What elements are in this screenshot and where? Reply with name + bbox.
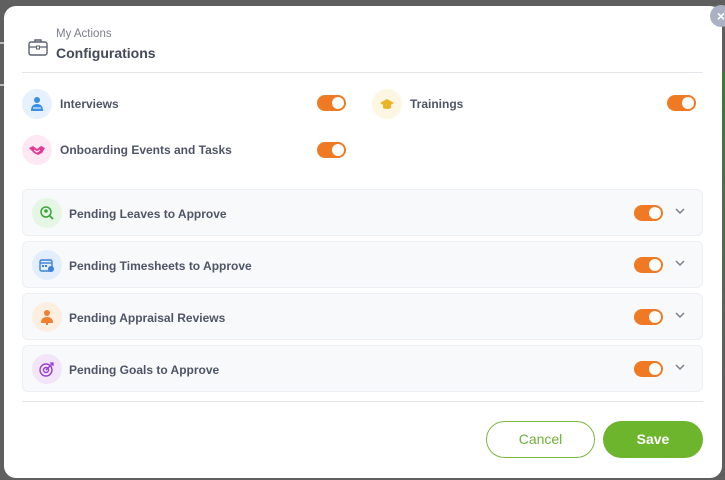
card-label: Pending Timesheets to Approve <box>69 259 252 273</box>
save-button[interactable]: Save <box>603 421 703 458</box>
onboarding-toggle[interactable] <box>317 142 346 158</box>
card-label: Pending Goals to Approve <box>69 363 220 377</box>
close-button[interactable]: × <box>710 5 725 27</box>
target-icon <box>32 354 62 384</box>
card-label: Pending Appraisal Reviews <box>69 311 226 325</box>
chevron-down-icon[interactable] <box>673 360 687 374</box>
card-label: Pending Leaves to Approve <box>69 207 227 221</box>
configurations-modal: × My Actions Configurations Interviews T… <box>4 5 725 478</box>
toggle-knob <box>682 97 694 109</box>
toggle-knob <box>649 207 661 219</box>
interviews-toggle[interactable] <box>317 95 346 111</box>
pending-appraisal-toggle[interactable] <box>634 309 663 325</box>
appraisal-person-icon <box>32 302 62 332</box>
card-pending-leaves[interactable]: Pending Leaves to Approve <box>22 189 703 236</box>
timesheet-calendar-icon <box>32 250 62 280</box>
handshake-icon <box>22 135 52 165</box>
chevron-down-icon[interactable] <box>673 204 687 218</box>
card-pending-goals[interactable]: Pending Goals to Approve <box>22 345 703 392</box>
toggle-knob <box>332 144 344 156</box>
leave-calendar-icon <box>32 198 62 228</box>
modal-header: My Actions Configurations <box>22 26 702 74</box>
item-label: Onboarding Events and Tasks <box>60 143 232 157</box>
item-interviews: Interviews <box>22 89 119 119</box>
pending-goals-toggle[interactable] <box>634 361 663 377</box>
header-subtitle: My Actions <box>56 28 112 40</box>
toggle-knob <box>649 311 661 323</box>
item-onboarding: Onboarding Events and Tasks <box>22 135 232 165</box>
item-label: Interviews <box>60 97 119 111</box>
chevron-down-icon[interactable] <box>673 256 687 270</box>
toggle-knob <box>649 259 661 271</box>
toggle-knob <box>332 97 344 109</box>
graduation-cap-icon <box>372 89 402 119</box>
header-divider <box>22 72 703 73</box>
trainings-toggle[interactable] <box>667 95 696 111</box>
pending-leaves-toggle[interactable] <box>634 205 663 221</box>
item-label: Trainings <box>410 97 464 111</box>
page-title: Configurations <box>56 45 156 61</box>
chevron-down-icon[interactable] <box>673 308 687 322</box>
item-trainings: Trainings <box>372 89 463 119</box>
toggle-knob <box>649 363 661 375</box>
interview-person-icon <box>22 89 52 119</box>
cancel-button[interactable]: Cancel <box>486 421 595 458</box>
briefcase-icon <box>28 39 48 56</box>
card-pending-timesheets[interactable]: Pending Timesheets to Approve <box>22 241 703 288</box>
pending-timesheets-toggle[interactable] <box>634 257 663 273</box>
card-pending-appraisal[interactable]: Pending Appraisal Reviews <box>22 293 703 340</box>
footer-divider <box>22 401 703 402</box>
